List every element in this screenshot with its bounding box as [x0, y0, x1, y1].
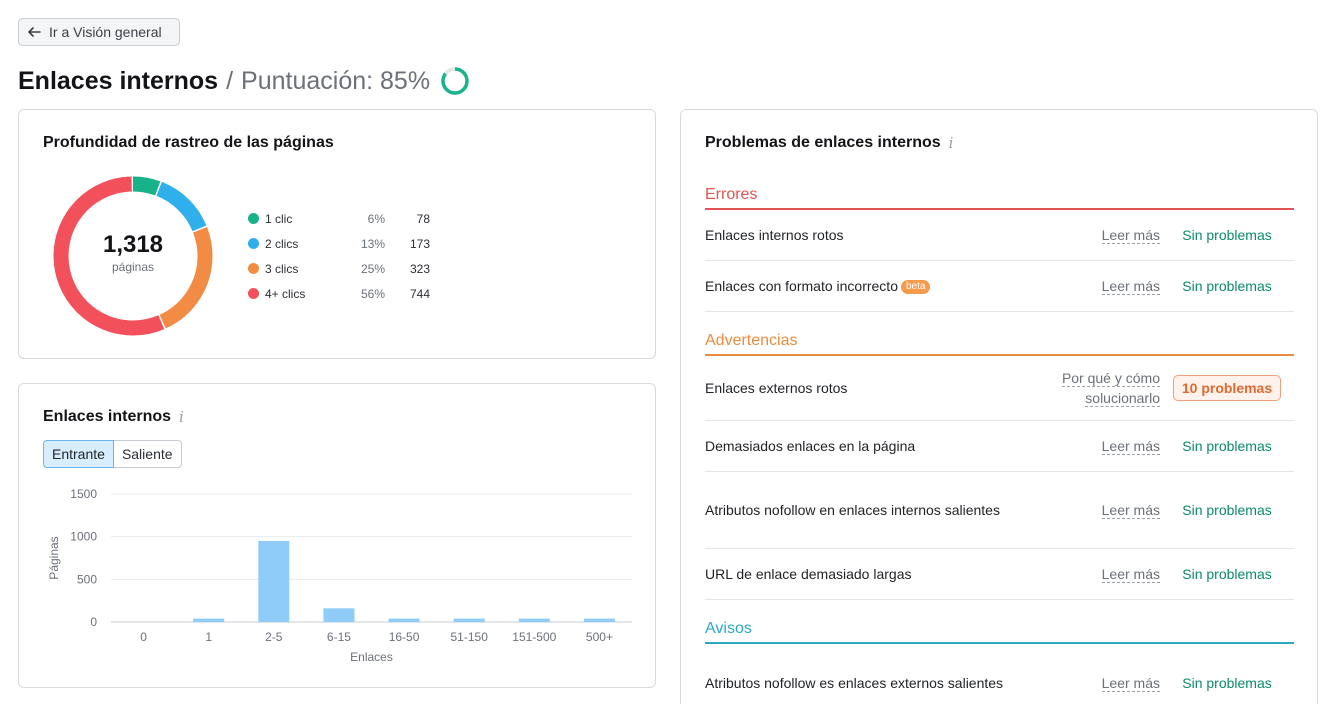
internal-links-card: Enlaces internos i Entrante Saliente 0 50… — [18, 383, 656, 688]
internal-links-bar-chart: 0 500 1000 1500 0 1 2-5 6-15 16-50 51-150 151-500 5… — [47, 487, 632, 664]
issue-label: Atributos nofollow es enlaces externos s… — [705, 674, 1004, 691]
x-tick-label: 0 — [140, 630, 147, 644]
crawl-depth-title: Profundidad de rastreo de las páginas — [43, 134, 334, 151]
issue-label: Enlaces internos rotos — [705, 227, 844, 243]
why-how-fix-link[interactable]: Por qué y cómo solucionarlo — [1020, 368, 1160, 408]
bar[interactable] — [323, 608, 355, 622]
legend-pct: 13% — [360, 236, 385, 251]
legend-name: 3 clics — [265, 261, 299, 276]
bar[interactable] — [583, 618, 615, 622]
x-tick-label: 2-5 — [265, 630, 283, 644]
legend-dot — [248, 238, 259, 249]
issue-status[interactable]: 10 problemas — [1160, 375, 1294, 401]
section-errors-heading: Errores — [705, 186, 1294, 210]
title-separator: / — [226, 66, 234, 95]
legend-name: 2 clics — [265, 236, 299, 251]
issue-row: Atributos nofollow es enlaces externos s… — [705, 644, 1294, 704]
legend-pct: 6% — [367, 211, 385, 226]
issue-label: URL de enlace demasiado largas — [705, 566, 912, 582]
page-title: Enlaces internos / Puntuación: 85% — [18, 66, 470, 96]
issue-label: Demasiados enlaces en la página — [705, 438, 916, 454]
bar[interactable] — [258, 540, 290, 622]
legend-row[interactable]: 1 clic 6% 78 — [248, 206, 448, 231]
issue-status[interactable]: Sin problemas — [1160, 502, 1294, 518]
score-label: Puntuación: 85% — [241, 66, 431, 95]
issue-status[interactable]: Sin problemas — [1160, 438, 1294, 454]
section-notices: Avisos Atributos nofollow es enlaces ext… — [705, 620, 1294, 704]
x-tick-label: 151-500 — [512, 630, 556, 644]
legend-row[interactable]: 4+ clics 56% 744 — [248, 281, 448, 306]
issue-row: Atributos nofollow en enlaces internos s… — [705, 472, 1294, 549]
issue-status[interactable]: Sin problemas — [1160, 675, 1294, 691]
y-tick-label: 1500 — [70, 487, 97, 501]
bar[interactable] — [518, 618, 550, 622]
issue-label: Atributos nofollow en enlaces internos s… — [705, 502, 1000, 518]
issues-title-text: Problemas de enlaces internos — [705, 134, 941, 151]
issue-row: Enlaces con formato incorrecto beta Leer … — [705, 261, 1294, 312]
read-more-link[interactable]: Leer más — [1020, 436, 1160, 456]
arrow-left-icon — [28, 27, 41, 37]
read-more-link[interactable]: Leer más — [1030, 673, 1160, 693]
legend-count: 173 — [409, 236, 430, 251]
legend-count: 323 — [409, 261, 430, 276]
page-title-main: Enlaces internos — [18, 66, 219, 95]
section-warnings: Advertencias Enlaces externos rotos Por … — [705, 332, 1294, 600]
legend-row[interactable]: 3 clics 25% 323 — [248, 256, 448, 281]
bar[interactable] — [453, 618, 485, 622]
legend-count: 744 — [409, 286, 430, 301]
bar[interactable] — [388, 618, 420, 622]
issue-status[interactable]: Sin problemas — [1160, 278, 1294, 294]
bar[interactable] — [193, 618, 225, 622]
y-tick-label: 1000 — [70, 530, 97, 544]
issue-row: Enlaces externos rotos Por qué y cómo so… — [705, 356, 1294, 421]
x-tick-label: 51-150 — [451, 630, 489, 644]
y-axis-label: Páginas — [47, 536, 61, 579]
issue-status[interactable]: Sin problemas — [1160, 566, 1294, 582]
read-more-link[interactable]: Leer más — [1020, 564, 1160, 584]
donut-total: 1,318 — [103, 231, 163, 258]
depth-legend: 1 clic 6% 78 2 clics 13% 173 3 clics 25%… — [248, 206, 448, 306]
donut-total-label: páginas — [112, 260, 154, 274]
legend-row[interactable]: 2 clics 13% 173 — [248, 231, 448, 256]
crawl-depth-card: Profundidad de rastreo de las páginas 1,… — [18, 109, 656, 359]
x-axis-label: Enlaces — [350, 650, 393, 664]
beta-badge: beta — [900, 280, 931, 295]
x-tick-label: 6-15 — [327, 630, 351, 644]
internal-links-issues-card: Problemas de enlaces internos i Errores … — [680, 109, 1318, 704]
read-more-link[interactable]: Leer más — [1020, 225, 1160, 245]
issues-title: Problemas de enlaces internos i — [705, 134, 953, 152]
info-icon[interactable]: i — [949, 134, 954, 152]
issue-row: Enlaces internos rotos Leer más Sin prob… — [705, 210, 1294, 261]
read-more-link[interactable]: Leer más — [1020, 276, 1160, 296]
issue-status[interactable]: Sin problemas — [1160, 227, 1294, 243]
x-tick-label: 1 — [205, 630, 212, 644]
problems-count-button[interactable]: 10 problemas — [1172, 375, 1282, 401]
legend-name: 4+ clics — [265, 286, 306, 301]
legend-pct: 25% — [360, 261, 385, 276]
x-tick-label: 16-50 — [389, 630, 420, 644]
issue-row: URL de enlace demasiado largas Leer más … — [705, 549, 1294, 600]
back-button-label: Ir a Visión general — [49, 24, 162, 40]
legend-pct: 56% — [360, 286, 385, 301]
legend-dot — [248, 213, 259, 224]
issue-row: Demasiados enlaces en la página Leer más… — [705, 421, 1294, 472]
issue-label: Enlaces con formato incorrecto beta — [705, 273, 1020, 299]
legend-dot — [248, 263, 259, 274]
legend-dot — [248, 288, 259, 299]
section-notices-heading: Avisos — [705, 620, 1294, 644]
issue-label: Enlaces externos rotos — [705, 380, 848, 396]
legend-name: 1 clic — [265, 211, 293, 226]
y-tick-label: 500 — [77, 572, 97, 586]
crawl-depth-donut: 1,318 páginas — [53, 176, 213, 336]
back-to-overview-button[interactable]: Ir a Visión general — [18, 18, 180, 46]
score-ring-icon — [441, 67, 469, 95]
legend-count: 78 — [416, 211, 430, 226]
y-tick-label: 0 — [90, 615, 97, 629]
read-more-link[interactable]: Leer más — [1020, 500, 1160, 520]
section-errors: Errores Enlaces internos rotos Leer más … — [705, 186, 1294, 312]
x-tick-label: 500+ — [586, 630, 613, 644]
section-warnings-heading: Advertencias — [705, 332, 1294, 356]
